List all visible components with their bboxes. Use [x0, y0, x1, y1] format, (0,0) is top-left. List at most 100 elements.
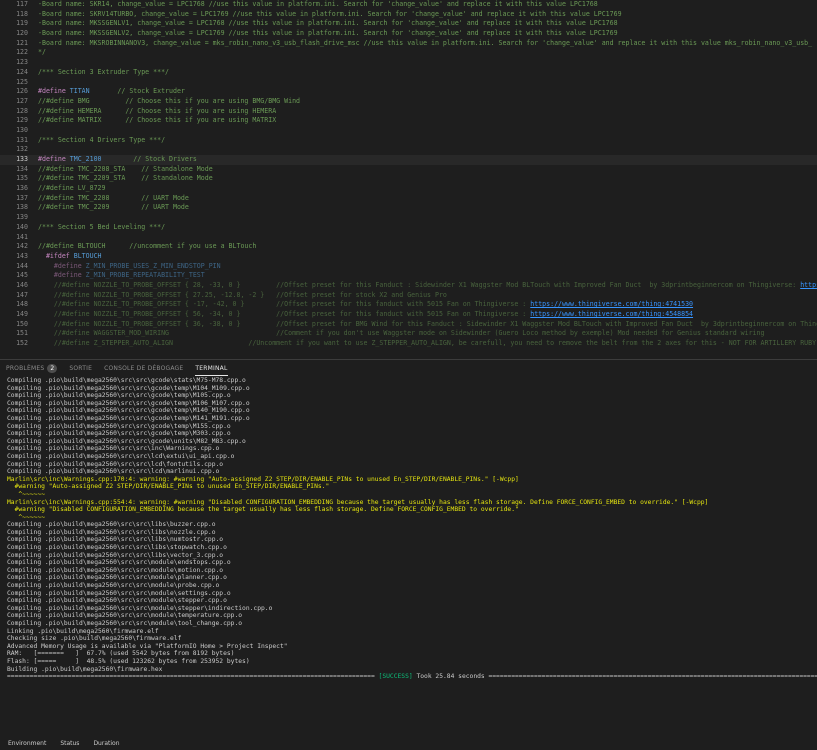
code-text: #define Z_MIN_PROBE_REPEATABILITY_TEST — [38, 271, 205, 281]
code-line[interactable]: 150 //#define NOZZLE_TO_PROBE_OFFSET { 3… — [0, 320, 817, 330]
code-line[interactable]: 133 #define TMC_2100 // Stock Drivers — [0, 155, 817, 165]
code-line[interactable]: 145 #define Z_MIN_PROBE_REPEATABILITY_TE… — [0, 271, 817, 281]
code-line[interactable]: 126 #define TITAN // Stock Extruder — [0, 87, 817, 97]
code-text: #define TITAN // Stock Extruder — [38, 87, 185, 97]
terminal-success-line: ========================================… — [7, 673, 817, 681]
code-text: */ — [38, 48, 46, 58]
code-text: //#define TMC_2208 // UART Mode — [38, 194, 189, 204]
terminal-line: Compiling .pio\build\mega2560\src\src\gc… — [7, 407, 250, 415]
tab-output[interactable]: SORTIE — [63, 360, 98, 377]
line-number: 145 — [16, 271, 28, 280]
tab-terminal[interactable]: TERMINAL — [189, 360, 233, 377]
code-line[interactable]: 140 /*** Section 5 Bed Leveling ***/ — [0, 223, 817, 233]
code-text: -Board name: MKSSGENLV2, change_value = … — [38, 29, 618, 39]
code-token: Z_MIN_PROBE_REPEATABILITY_TEST — [85, 271, 205, 280]
code-line[interactable]: 148 //#define NOZZLE_TO_PROBE_OFFSET { -… — [0, 300, 817, 310]
code-line[interactable]: 127 //#define BMG // Choose this if you a… — [0, 97, 817, 107]
line-number: 122 — [16, 48, 28, 57]
terminal-line: Compiling .pio\build\mega2560\src\src\mo… — [7, 620, 243, 627]
terminal-line: Compiling .pio\build\mega2560\src\src\li… — [7, 528, 216, 536]
code-line[interactable]: 128 //#define HEMERA // Choose this if yo… — [0, 107, 817, 117]
line-number: 147 — [16, 290, 28, 299]
code-line[interactable]: 123 — [0, 58, 817, 68]
code-text: //#define Z_STEPPER_AUTO_ALIGN //Uncomme… — [38, 339, 816, 349]
code-editor[interactable]: 117 -Board name: SKR14, change_value = LP… — [0, 0, 817, 359]
terminal-line: RAM: [======= ] 67.7% (used 5542 bytes f… — [7, 650, 235, 658]
code-line[interactable]: 152 //#define Z_STEPPER_AUTO_ALIGN //Unc… — [0, 339, 817, 349]
code-line[interactable]: 151 //#define WAGGSTER_MOD_WIRING //Comm… — [0, 329, 817, 339]
code-line[interactable]: 142 //#define BLTOUCH //uncomment if you … — [0, 242, 817, 252]
code-line[interactable]: 147 //#define NOZZLE_TO_PROBE_OFFSET { 2… — [0, 291, 817, 301]
code-line[interactable]: 125 — [0, 78, 817, 88]
tab-problems-label: PROBLÈMES — [6, 365, 45, 372]
code-token: //#define NOZZLE_TO_PROBE_OFFSET { 27.25… — [38, 290, 447, 299]
line-number: 121 — [16, 38, 28, 47]
code-line[interactable]: 121 -Board name: MKSROBINNANOV3, change_v… — [0, 39, 817, 49]
tab-debug-console[interactable]: CONSOLE DE DÉBOGAGE — [98, 360, 189, 377]
code-line[interactable]: 137 //#define TMC_2208 // UART Mode — [0, 194, 817, 204]
line-number: 128 — [16, 106, 28, 115]
code-line[interactable]: 122 */ — [0, 48, 817, 58]
code-line[interactable]: 130 — [0, 126, 817, 136]
code-token: TITAN — [69, 87, 90, 96]
code-line[interactable]: 117 -Board name: SKR14, change_value = LP… — [0, 0, 817, 10]
code-line[interactable]: 139 — [0, 213, 817, 223]
line-number: 123 — [16, 58, 28, 67]
code-line[interactable]: 119 -Board name: MKSSGENLV1, change_value… — [0, 19, 817, 29]
terminal-line: Compiling .pio\build\mega2560\src\src\mo… — [7, 589, 231, 597]
code-link[interactable]: https://www.thingiverse.com/thing:454885… — [530, 310, 693, 318]
code-token: BLTOUCH — [73, 251, 102, 260]
line-number: 129 — [16, 116, 28, 125]
code-line[interactable]: 134 //#define TMC_2208_STA // Standalone … — [0, 165, 817, 175]
code-link[interactable]: https://www.thingiverse.com/thing:474153… — [530, 300, 693, 308]
code-text: //#define BMG // Choose this if you are … — [38, 97, 300, 107]
code-token: -Board name: MKSSGENLV1, change_value = … — [38, 19, 618, 28]
code-token: //#define HEMERA // Choose this if you a… — [38, 106, 277, 115]
code-line[interactable]: 141 — [0, 233, 817, 243]
terminal-warning-line: #warning "Disabled CONFIGURATION_EMBEDDI… — [7, 506, 519, 514]
code-line[interactable]: 129 //#define MATRIX // Choose this if yo… — [0, 116, 817, 126]
line-number: 149 — [16, 310, 28, 318]
code-line[interactable]: 138 //#define TMC_2209 // UART Mode — [0, 203, 817, 213]
terminal-line: Compiling .pio\build\mega2560\src\src\lc… — [7, 452, 235, 460]
terminal-line: Compiling .pio\build\mega2560\src\src\lc… — [7, 460, 224, 468]
code-token: -Board name: MKSSGENLV2, change_value = … — [38, 29, 618, 38]
code-line[interactable]: 135 //#define TMC_2209_STA // Standalone … — [0, 174, 817, 184]
code-line[interactable]: 144 #define Z_MIN_PROBE_USES_Z_MIN_ENDST… — [0, 262, 817, 272]
code-line[interactable]: 118 -Board name: SKRV14TURBO, change_valu… — [0, 10, 817, 20]
build-summary-header: Environment Status Duration — [0, 737, 817, 750]
code-text: //#define LV_8729 — [38, 184, 106, 194]
tab-problems[interactable]: PROBLÈMES 2 — [0, 360, 63, 377]
code-line[interactable]: 136 //#define LV_8729 — [0, 184, 817, 194]
line-number: 150 — [16, 319, 28, 328]
line-number: 131 — [16, 135, 28, 144]
code-text: #define Z_MIN_PROBE_USES_Z_MIN_ENDSTOP_P… — [38, 262, 221, 272]
terminal-line: Compiling .pio\build\mega2560\src\src\mo… — [7, 597, 227, 605]
code-line[interactable]: 131 /*** Section 4 Drivers Type ***/ — [0, 136, 817, 146]
code-token: -Board name: MKSROBINNANOV3, change_valu… — [38, 38, 813, 47]
code-line[interactable]: 132 — [0, 145, 817, 155]
code-line[interactable]: 120 -Board name: MKSSGENLV2, change_value… — [0, 29, 817, 39]
code-line[interactable]: 124 /*** Section 3 Extruder Type ***/ — [0, 68, 817, 78]
code-token: //#define NOZZLE_TO_PROBE_OFFSET { 36, -… — [38, 319, 817, 328]
line-number: 125 — [16, 77, 28, 86]
line-number: 135 — [16, 174, 28, 183]
code-line[interactable]: 149 //#define NOZZLE_TO_PROBE_OFFSET { 5… — [0, 310, 817, 320]
terminal-line: Compiling .pio\build\mega2560\src\src\li… — [7, 551, 224, 559]
terminal-output[interactable]: Compiling .pio\build\mega2560\src\src\gc… — [0, 377, 817, 734]
code-line[interactable]: 146 //#define NOZZLE_TO_PROBE_OFFSET { 2… — [0, 281, 817, 291]
line-number: 119 — [16, 19, 28, 28]
summary-environment-header: Environment — [8, 740, 47, 747]
code-text: //#define WAGGSTER_MOD_WIRING //Comment … — [38, 329, 765, 339]
terminal-line: Compiling .pio\build\mega2560\src\src\gc… — [7, 399, 250, 407]
problems-count-badge: 2 — [47, 364, 58, 373]
code-link[interactable]: https — [800, 281, 817, 289]
code-text: /*** Section 5 Bed Leveling ***/ — [38, 223, 165, 233]
code-token: //#define NOZZLE_TO_PROBE_OFFSET { -17, … — [38, 300, 531, 309]
code-text: //#define BLTOUCH //uncomment if you use… — [38, 242, 256, 252]
terminal-warning-line: Marlin\src\inc\Warnings.cpp:554:4: warni… — [7, 498, 709, 506]
code-token: //#define WAGGSTER_MOD_WIRING //Comment … — [38, 329, 765, 338]
code-token: //#define Z_STEPPER_AUTO_ALIGN //Uncomme… — [38, 339, 817, 348]
line-number: 143 — [16, 251, 28, 260]
code-line[interactable]: 143 #ifdef BLTOUCH — [0, 252, 817, 262]
